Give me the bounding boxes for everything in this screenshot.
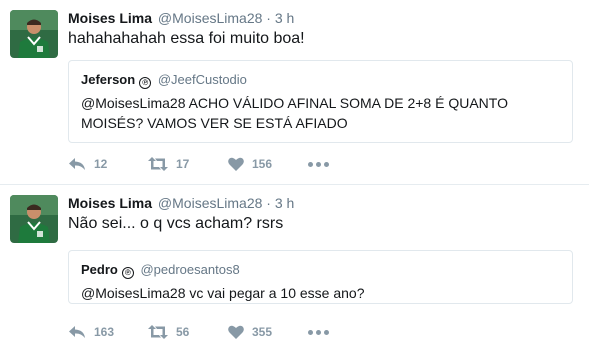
tweet-actions: 163 56 355 — [68, 322, 329, 342]
quoted-author-name: Pedro — [81, 262, 118, 277]
retweet-button[interactable]: 56 — [148, 325, 228, 339]
retweet-count: 17 — [176, 157, 190, 171]
reply-count: 12 — [94, 157, 108, 171]
tweet[interactable]: Moises Lima @MoisesLima28 · 3 h hahahaha… — [0, 0, 589, 184]
separator: · — [266, 10, 271, 26]
tweet-text: Não sei... o q vcs acham? rsrs — [68, 215, 284, 232]
heart-icon — [228, 157, 244, 171]
more-icon — [308, 161, 313, 167]
like-count: 355 — [252, 325, 273, 339]
badge-icon: ℗ — [139, 77, 152, 89]
avatar[interactable] — [10, 195, 58, 243]
quoted-author-handle: @JeefCustodio — [157, 72, 247, 87]
avatar[interactable] — [10, 10, 58, 58]
tweet[interactable]: Moises Lima @MoisesLima28 · 3 h Não sei.… — [0, 185, 589, 361]
author-name[interactable]: Moises Lima — [68, 10, 152, 26]
author-handle[interactable]: @MoisesLima28 — [158, 195, 262, 211]
reply-button[interactable]: 163 — [68, 325, 148, 339]
timestamp[interactable]: 3 h — [275, 10, 294, 26]
more-icon — [324, 161, 329, 167]
separator: · — [266, 195, 271, 211]
retweet-icon — [148, 157, 168, 171]
avatar-image — [10, 10, 58, 58]
tweet-header: Moises Lima @MoisesLima28 · 3 h — [68, 9, 294, 27]
badge-icon: ℗ — [121, 267, 134, 279]
quoted-tweet-text: @MoisesLima28 ACHO VÁLIDO AFINAL SOMA DE… — [81, 95, 508, 131]
author-name[interactable]: Moises Lima — [68, 195, 152, 211]
quoted-tweet-text: @MoisesLima28 vc vai pegar a 10 esse ano… — [81, 285, 365, 301]
more-icon — [308, 329, 313, 335]
tweet-header: Moises Lima @MoisesLima28 · 3 h — [68, 194, 294, 212]
more-button[interactable] — [308, 329, 329, 335]
quoted-author-handle: @pedroesantos8 — [140, 262, 240, 277]
like-button[interactable]: 156 — [228, 157, 308, 171]
reply-icon — [69, 326, 85, 338]
avatar-image — [10, 195, 58, 243]
like-button[interactable]: 355 — [228, 325, 308, 339]
retweet-button[interactable]: 17 — [148, 157, 228, 171]
heart-icon — [228, 325, 244, 339]
reply-icon — [69, 158, 85, 170]
more-icon — [316, 329, 321, 335]
more-icon — [316, 161, 321, 167]
more-button[interactable] — [308, 161, 329, 167]
quoted-tweet[interactable]: Pedro ℗ @pedroesantos8 @MoisesLima28 vc v… — [68, 250, 573, 304]
author-handle[interactable]: @MoisesLima28 — [158, 10, 262, 26]
quoted-tweet[interactable]: Jeferson ℗ @JeefCustodio @MoisesLima28 AC… — [68, 60, 573, 143]
timestamp[interactable]: 3 h — [275, 195, 294, 211]
retweet-icon — [148, 325, 168, 339]
quoted-tweet-header: Jeferson ℗ @JeefCustodio — [81, 71, 560, 89]
like-count: 156 — [252, 157, 273, 171]
more-icon — [324, 329, 329, 335]
reply-button[interactable]: 12 — [68, 157, 148, 171]
tweet-text: hahahahahah essa foi muito boa! — [68, 30, 305, 47]
retweet-count: 56 — [176, 325, 190, 339]
quoted-tweet-header: Pedro ℗ @pedroesantos8 — [81, 261, 560, 279]
reply-count: 163 — [94, 325, 115, 339]
tweet-actions: 12 17 156 — [68, 154, 329, 174]
quoted-author-name: Jeferson — [81, 72, 136, 87]
